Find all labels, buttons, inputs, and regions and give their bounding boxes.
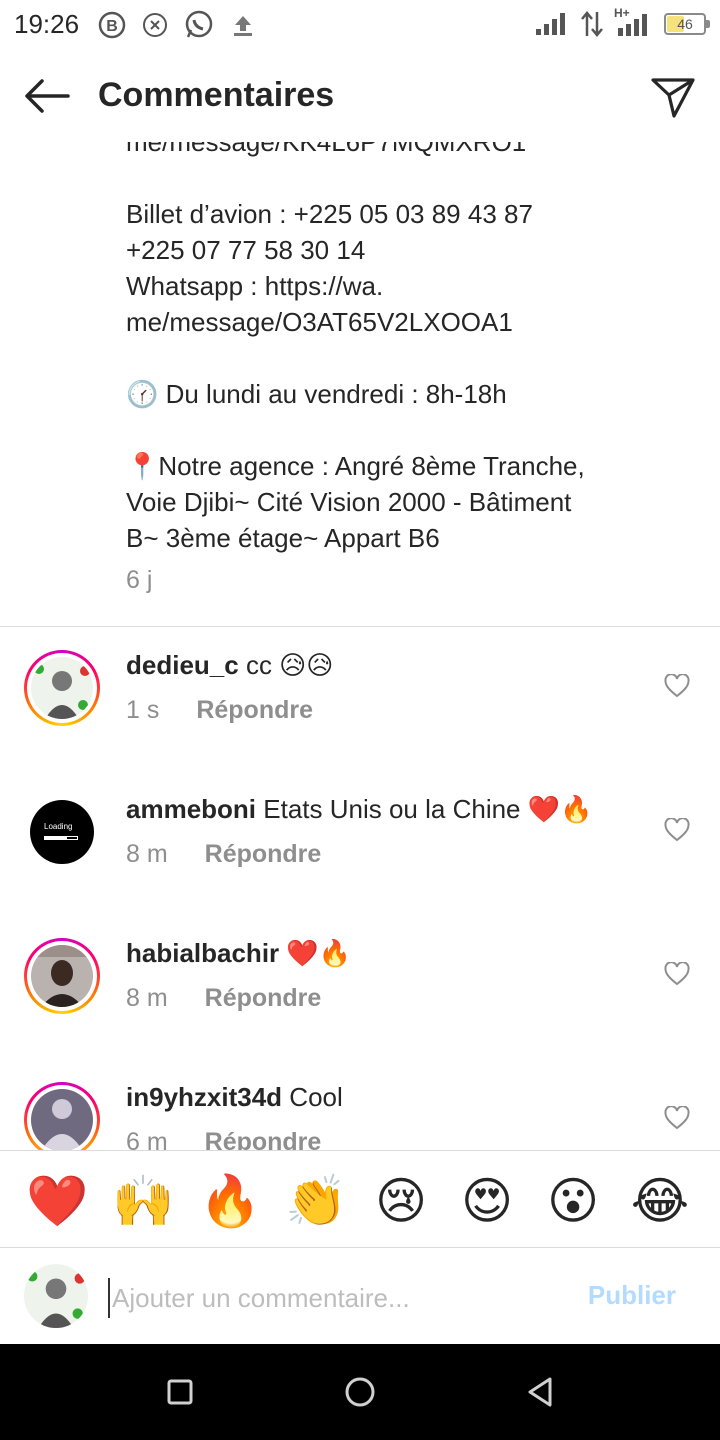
emoji-laughing-button[interactable]: 😂: [630, 1171, 690, 1231]
comment-username[interactable]: habialbachir: [126, 938, 279, 968]
data-transfer-icon: [581, 11, 603, 37]
battery-indicator: 46: [664, 13, 710, 35]
comment-text: ❤️🔥: [286, 938, 352, 968]
signal-icon: [536, 13, 565, 35]
comment-time: 8 m: [126, 840, 168, 868]
avatar-photo-icon: [31, 1089, 93, 1150]
comment-item: in9yhzxit34d Cool 6 m Répondre: [0, 1082, 720, 1150]
caption-line: me/message/O3AT65V2LXOOA1: [126, 307, 513, 337]
like-heart-icon[interactable]: [664, 1106, 690, 1130]
page-title: Commentaires: [98, 76, 335, 114]
whatsapp-icon: [185, 10, 213, 38]
comment-time: 1 s: [126, 696, 160, 724]
post-caption: me/message/KK4L6P7MQMXRO1 Billet d’avion…: [126, 142, 686, 556]
emoji-reaction-bar: ❤️ 🙌 🔥 👏 😢 😍 😮 😂: [0, 1150, 720, 1248]
avatar-text: Loading: [44, 822, 73, 831]
reply-button[interactable]: Répondre: [205, 1128, 322, 1150]
reply-button[interactable]: Répondre: [205, 984, 322, 1012]
avatar[interactable]: [24, 650, 100, 726]
comment-username[interactable]: dedieu_c: [126, 650, 239, 680]
emoji-surprised-button[interactable]: 😮: [543, 1171, 603, 1231]
avatar-photo-icon: [31, 945, 93, 1007]
comment-body: ammeboni Etats Unis ou la Chine ❤️🔥: [126, 794, 592, 825]
status-notification-icons: B: [98, 10, 256, 40]
emoji-clap-button[interactable]: 👏: [285, 1171, 347, 1231]
reply-button[interactable]: Répondre: [205, 840, 322, 868]
emoji-heart-button[interactable]: ❤️: [26, 1171, 88, 1231]
like-heart-icon[interactable]: [664, 818, 690, 842]
network-h-plus: H+: [614, 6, 654, 38]
comment-text: Etats Unis ou la Chine ❤️🔥: [263, 794, 593, 824]
avatar-photo-icon: [24, 1264, 88, 1328]
signal-icon-2: [618, 14, 647, 36]
emoji-heart-eyes-button[interactable]: 😍: [457, 1171, 517, 1231]
battery-level: 46: [677, 16, 693, 32]
comment-time: 6 m: [126, 1128, 168, 1150]
caption-line: +225 07 77 58 30 14: [126, 235, 366, 265]
comment-time: 8 m: [126, 984, 168, 1012]
system-navigation-bar: [0, 1344, 720, 1440]
caption-line: Whatsapp : https://wa.: [126, 271, 384, 301]
comment-composer: Publier: [0, 1248, 720, 1344]
comment-text: Cool: [289, 1082, 343, 1112]
comment-meta: 6 m Répondre: [126, 1128, 321, 1150]
avatar[interactable]: [24, 1082, 100, 1150]
svg-text:B: B: [106, 18, 118, 35]
b-app-icon: B: [98, 11, 126, 39]
comment-input[interactable]: [108, 1278, 568, 1318]
emoji-sad-button[interactable]: 😢: [371, 1171, 431, 1231]
caption-line: 🕜 Du lundi au vendredi : 8h-18h: [126, 379, 507, 409]
publish-button[interactable]: Publier: [588, 1280, 676, 1311]
comment-meta: 8 m Répondre: [126, 984, 321, 1013]
caption-line: B~ 3ème étage~ Appart B6: [126, 523, 440, 553]
back-arrow-icon[interactable]: [22, 76, 72, 116]
like-heart-icon[interactable]: [664, 674, 690, 698]
avatar-loading-bar: [44, 836, 78, 840]
caption-line: 📍Notre agence : Angré 8ème Tranche,: [126, 451, 585, 481]
avatar[interactable]: Loading: [30, 800, 94, 864]
caption-timestamp: 6 j: [126, 566, 153, 594]
send-icon[interactable]: [650, 74, 696, 120]
status-bar: 19:26 B H+ 46: [0, 0, 720, 50]
comment-meta: 8 m Répondre: [126, 840, 321, 869]
comment-body: habialbachir ❤️🔥: [126, 938, 351, 969]
comment-item: dedieu_c cc 😥😥 1 s Répondre: [0, 650, 720, 770]
back-triangle-icon[interactable]: [522, 1374, 558, 1410]
caption-line: Billet d’avion : +225 05 03 89 43 87: [126, 199, 533, 229]
comment-item: Loading ammeboni Etats Unis ou la Chine …: [0, 794, 720, 914]
comment-username[interactable]: in9yhzxit34d: [126, 1082, 282, 1112]
comment-text: cc 😥😥: [245, 650, 334, 680]
comment-item: habialbachir ❤️🔥 8 m Répondre: [0, 938, 720, 1058]
like-heart-icon[interactable]: [664, 962, 690, 986]
close-circle-icon: [143, 13, 167, 37]
comment-username[interactable]: ammeboni: [126, 794, 256, 824]
header: Commentaires: [0, 50, 720, 142]
comments-scroll-area[interactable]: me/message/KK4L6P7MQMXRO1 Billet d’avion…: [0, 142, 720, 1150]
divider: [0, 626, 720, 627]
caption-line: Voie Djibi~ Cité Vision 2000 - Bâtiment: [126, 487, 572, 517]
comment-body: dedieu_c cc 😥😥: [126, 650, 333, 681]
emoji-fire-button[interactable]: 🔥: [199, 1171, 261, 1231]
status-system-icons: H+ 46: [534, 6, 710, 38]
avatar-photo-icon: [31, 657, 93, 719]
current-user-avatar: [24, 1264, 88, 1328]
recent-apps-icon[interactable]: [162, 1374, 198, 1410]
emoji-raised-hands-button[interactable]: 🙌: [112, 1171, 174, 1231]
upload-icon: [234, 16, 252, 36]
avatar[interactable]: [24, 938, 100, 1014]
reply-button[interactable]: Répondre: [196, 696, 313, 724]
comment-meta: 1 s Répondre: [126, 696, 313, 725]
comment-body: in9yhzxit34d Cool: [126, 1082, 343, 1113]
home-icon[interactable]: [342, 1374, 378, 1410]
caption-line: me/message/KK4L6P7MQMXRO1: [126, 142, 527, 157]
status-time: 19:26: [14, 9, 80, 39]
